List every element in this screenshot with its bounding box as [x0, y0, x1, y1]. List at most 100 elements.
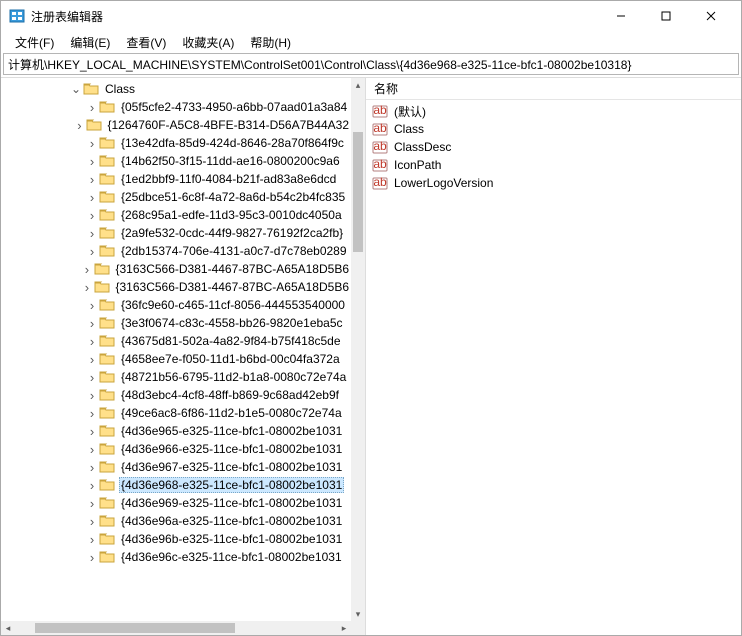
chevron-right-icon[interactable]: [85, 298, 99, 313]
menu-file[interactable]: 文件(F): [7, 32, 62, 53]
tree-item[interactable]: {1264760F-A5C8-4BFE-B314-D56A7B44A32: [1, 116, 351, 134]
chevron-right-icon[interactable]: [85, 388, 99, 403]
tree-item-label: {48721b56-6795-11d2-b1a8-0080c72e74a: [119, 370, 348, 384]
close-button[interactable]: [688, 2, 733, 30]
address-bar[interactable]: 计算机\HKEY_LOCAL_MACHINE\SYSTEM\ControlSet…: [3, 53, 739, 75]
chevron-right-icon[interactable]: [85, 208, 99, 223]
tree-item-label: {4d36e968-e325-11ce-bfc1-08002be1031: [119, 477, 344, 493]
tree-item-label: {49ce6ac8-6f86-11d2-b1e5-0080c72e74a: [119, 406, 344, 420]
scroll-track[interactable]: [351, 92, 365, 607]
tree-item[interactable]: {268c95a1-edfe-11d3-95c3-0010dc4050a: [1, 206, 351, 224]
tree-item[interactable]: {4d36e96b-e325-11ce-bfc1-08002be1031: [1, 530, 351, 548]
tree-item[interactable]: {05f5cfe2-4733-4950-a6bb-07aad01a3a84: [1, 98, 351, 116]
tree-item[interactable]: {3163C566-D381-4467-87BC-A65A18D5B6: [1, 278, 351, 296]
chevron-right-icon[interactable]: [85, 406, 99, 421]
chevron-right-icon[interactable]: [80, 280, 93, 295]
chevron-down-icon[interactable]: [69, 82, 83, 96]
folder-icon: [99, 424, 115, 438]
tree-item[interactable]: {2db15374-706e-4131-a0c7-d7c78eb0289: [1, 242, 351, 260]
chevron-right-icon[interactable]: [85, 352, 99, 367]
window-controls: [598, 2, 733, 30]
tree-item[interactable]: {4d36e96c-e325-11ce-bfc1-08002be1031: [1, 548, 351, 566]
tree-item-label: {4d36e96b-e325-11ce-bfc1-08002be1031: [119, 532, 344, 546]
tree-item-label: {4658ee7e-f050-11d1-b6bd-00c04fa372a: [119, 352, 342, 366]
tree-item[interactable]: {13e42dfa-85d9-424d-8646-28a70f864f9c: [1, 134, 351, 152]
chevron-right-icon[interactable]: [85, 550, 99, 565]
list-row[interactable]: abIconPath: [366, 156, 741, 174]
chevron-right-icon[interactable]: [85, 226, 99, 241]
chevron-right-icon[interactable]: [85, 478, 99, 493]
chevron-right-icon[interactable]: [85, 172, 99, 187]
tree-item[interactable]: {4d36e966-e325-11ce-bfc1-08002be1031: [1, 440, 351, 458]
scroll-thumb[interactable]: [353, 132, 363, 252]
tree-item[interactable]: {1ed2bbf9-11f0-4084-b21f-ad83a8e6dcd: [1, 170, 351, 188]
list-row[interactable]: ab(默认): [366, 102, 741, 120]
tree-item[interactable]: {14b62f50-3f15-11dd-ae16-0800200c9a6: [1, 152, 351, 170]
tree-item-label: {43675d81-502a-4a82-9f84-b75f418c5de: [119, 334, 343, 348]
scroll-up-icon[interactable]: ▴: [351, 78, 365, 92]
chevron-right-icon[interactable]: [85, 316, 99, 331]
chevron-right-icon[interactable]: [85, 100, 99, 115]
tree-item[interactable]: {3e3f0674-c83c-4558-bb26-9820e1eba5c: [1, 314, 351, 332]
horizontal-scrollbar[interactable]: ◂ ▸: [1, 621, 351, 635]
chevron-right-icon[interactable]: [85, 424, 99, 439]
tree-item-class[interactable]: Class: [1, 80, 351, 98]
chevron-right-icon[interactable]: [85, 334, 99, 349]
column-name[interactable]: 名称: [366, 80, 406, 97]
chevron-right-icon[interactable]: [85, 460, 99, 475]
svg-text:ab: ab: [373, 122, 387, 135]
string-value-icon: ab: [372, 104, 388, 118]
chevron-right-icon[interactable]: [85, 496, 99, 511]
menu-edit[interactable]: 编辑(E): [62, 32, 118, 53]
chevron-right-icon[interactable]: [85, 244, 99, 259]
tree-item[interactable]: {2a9fe532-0cdc-44f9-9827-76192f2ca2fb}: [1, 224, 351, 242]
scroll-right-icon[interactable]: ▸: [337, 621, 351, 635]
chevron-right-icon[interactable]: [85, 370, 99, 385]
chevron-right-icon[interactable]: [85, 532, 99, 547]
list-header[interactable]: 名称: [366, 78, 741, 100]
chevron-right-icon[interactable]: [80, 262, 93, 277]
chevron-right-icon[interactable]: [85, 442, 99, 457]
chevron-right-icon[interactable]: [73, 118, 85, 133]
vertical-scrollbar[interactable]: ▴ ▾: [351, 78, 365, 621]
tree-pane: Class {05f5cfe2-4733-4950-a6bb-07aad01a3…: [1, 78, 366, 635]
tree-item[interactable]: {4d36e96a-e325-11ce-bfc1-08002be1031: [1, 512, 351, 530]
tree-item[interactable]: {4d36e965-e325-11ce-bfc1-08002be1031: [1, 422, 351, 440]
tree-item[interactable]: {4d36e969-e325-11ce-bfc1-08002be1031: [1, 494, 351, 512]
tree-item[interactable]: {4658ee7e-f050-11d1-b6bd-00c04fa372a: [1, 350, 351, 368]
tree-item[interactable]: {48721b56-6795-11d2-b1a8-0080c72e74a: [1, 368, 351, 386]
svg-text:ab: ab: [373, 104, 387, 117]
chevron-right-icon[interactable]: [85, 136, 99, 151]
list-row[interactable]: abClassDesc: [366, 138, 741, 156]
maximize-button[interactable]: [643, 2, 688, 30]
tree-item-label: {3163C566-D381-4467-87BC-A65A18D5B6: [114, 262, 352, 276]
menu-help[interactable]: 帮助(H): [242, 32, 299, 53]
tree-item[interactable]: {4d36e968-e325-11ce-bfc1-08002be1031: [1, 476, 351, 494]
chevron-right-icon[interactable]: [85, 190, 99, 205]
scroll-thumb[interactable]: [35, 623, 235, 633]
tree-item[interactable]: {43675d81-502a-4a82-9f84-b75f418c5de: [1, 332, 351, 350]
minimize-button[interactable]: [598, 2, 643, 30]
menu-view[interactable]: 查看(V): [118, 32, 174, 53]
chevron-right-icon[interactable]: [85, 514, 99, 529]
tree-item-label: {14b62f50-3f15-11dd-ae16-0800200c9a6: [119, 154, 342, 168]
folder-icon: [99, 550, 115, 564]
tree-item[interactable]: {36fc9e60-c465-11cf-8056-444553540000: [1, 296, 351, 314]
scroll-down-icon[interactable]: ▾: [351, 607, 365, 621]
list-row[interactable]: abLowerLogoVersion: [366, 174, 741, 192]
chevron-right-icon[interactable]: [85, 154, 99, 169]
scroll-track[interactable]: [15, 621, 337, 635]
scroll-left-icon[interactable]: ◂: [1, 621, 15, 635]
tree-scroll[interactable]: Class {05f5cfe2-4733-4950-a6bb-07aad01a3…: [1, 78, 351, 621]
tree-item[interactable]: {25dbce51-6c8f-4a72-8a6d-b54c2b4fc835: [1, 188, 351, 206]
menu-favorites[interactable]: 收藏夹(A): [174, 32, 242, 53]
tree-item[interactable]: {48d3ebc4-4cf8-48ff-b869-9c68ad42eb9f: [1, 386, 351, 404]
folder-icon: [94, 280, 110, 294]
tree-item-label: {05f5cfe2-4733-4950-a6bb-07aad01a3a84: [119, 100, 349, 114]
tree-item[interactable]: {49ce6ac8-6f86-11d2-b1e5-0080c72e74a: [1, 404, 351, 422]
tree-item[interactable]: {3163C566-D381-4467-87BC-A65A18D5B6: [1, 260, 351, 278]
tree-item-label: {36fc9e60-c465-11cf-8056-444553540000: [119, 298, 347, 312]
tree-item[interactable]: {4d36e967-e325-11ce-bfc1-08002be1031: [1, 458, 351, 476]
list-row[interactable]: abClass: [366, 120, 741, 138]
regedit-icon: [9, 8, 25, 24]
